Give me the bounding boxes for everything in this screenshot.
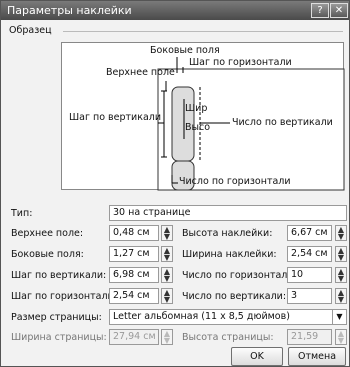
label-height-spinner[interactable]: ▲ ▼: [335, 225, 347, 241]
group-divider: [63, 31, 343, 32]
vertical-pitch-label: Шаг по вертикали:: [11, 270, 107, 281]
label-width-spinner[interactable]: ▲ ▼: [335, 246, 347, 262]
page-height-label: Высота страницы:: [182, 332, 274, 343]
number-across-caption: Число по горизонтали: [179, 176, 291, 187]
type-field[interactable]: 30 на странице: [109, 205, 347, 221]
label-width-caption: Шир: [185, 103, 208, 114]
vertical-pitch-spinner[interactable]: ▲ ▼: [161, 267, 173, 283]
number-down-spinner[interactable]: ▲ ▼: [335, 288, 347, 304]
page-height-spinner: ▲ ▼: [335, 329, 347, 345]
horizontal-pitch-caption: Шаг по горизонтали: [189, 57, 292, 68]
number-across-spinner[interactable]: ▲ ▼: [335, 267, 347, 283]
sample-group-label: Образец: [9, 25, 52, 36]
horizontal-pitch-field[interactable]: 2,54 см: [109, 288, 159, 304]
cancel-button[interactable]: Отмена: [288, 347, 346, 366]
label-height-caption: Высо: [185, 122, 211, 133]
number-across-field[interactable]: 10: [287, 267, 332, 283]
page-size-value: Letter альбомная (11 x 8,5 дюймов): [113, 311, 290, 322]
chevron-down-icon[interactable]: ▼: [332, 309, 346, 325]
title-bar[interactable]: Параметры наклейки: [1, 1, 349, 20]
side-margin-label: Боковые поля:: [11, 249, 84, 260]
top-margin-spinner[interactable]: ▲ ▼: [161, 225, 173, 241]
page-width-field: 27,94 см: [109, 329, 159, 345]
help-button[interactable]: ?: [311, 3, 329, 18]
page-height-field: 21,59 см: [287, 329, 332, 356]
label-details-dialog: Параметры наклейки ? ✕ Образец Боковые п…: [0, 0, 350, 367]
number-down-label: Число по вертикали:: [182, 291, 287, 302]
top-margin-field[interactable]: 0,48 см: [109, 225, 159, 241]
page-width-label: Ширина страницы:: [11, 332, 107, 343]
vertical-pitch-caption: Шаг по вертикали: [69, 112, 162, 123]
window-title: Параметры наклейки: [7, 4, 132, 17]
label-height-label: Высота наклейки:: [182, 228, 273, 239]
page-size-select[interactable]: Letter альбомная (11 x 8,5 дюймов) ▼: [109, 309, 347, 325]
label-height-field[interactable]: 6,67 см: [287, 225, 332, 241]
vertical-pitch-field[interactable]: 6,98 см: [109, 267, 159, 283]
top-margin-label: Верхнее поле:: [11, 228, 84, 239]
page-width-spinner: ▲ ▼: [161, 329, 173, 345]
page-size-label: Размер страницы:: [11, 312, 102, 323]
number-across-label: Число по горизонтали:: [182, 270, 297, 281]
top-margin-caption: Верхнее поле: [106, 67, 175, 78]
type-label: Тип:: [11, 208, 33, 219]
close-button[interactable]: ✕: [330, 3, 348, 18]
side-margin-spinner[interactable]: ▲ ▼: [161, 246, 173, 262]
side-margins-caption: Боковые поля: [150, 45, 220, 56]
number-down-field[interactable]: 3: [287, 288, 332, 304]
ok-button[interactable]: OK: [231, 347, 283, 366]
label-width-label: Ширина наклейки:: [182, 249, 277, 260]
label-width-field[interactable]: 2,54 см: [287, 246, 332, 262]
horizontal-pitch-label: Шаг по горизонтали:: [11, 291, 117, 302]
horizontal-pitch-spinner[interactable]: ▲ ▼: [161, 288, 173, 304]
number-down-caption: Число по вертикали: [232, 117, 333, 128]
label-preview: Боковые поля Шаг по горизонтали Верхнее …: [61, 42, 345, 191]
side-margin-field[interactable]: 1,27 см: [109, 246, 159, 262]
